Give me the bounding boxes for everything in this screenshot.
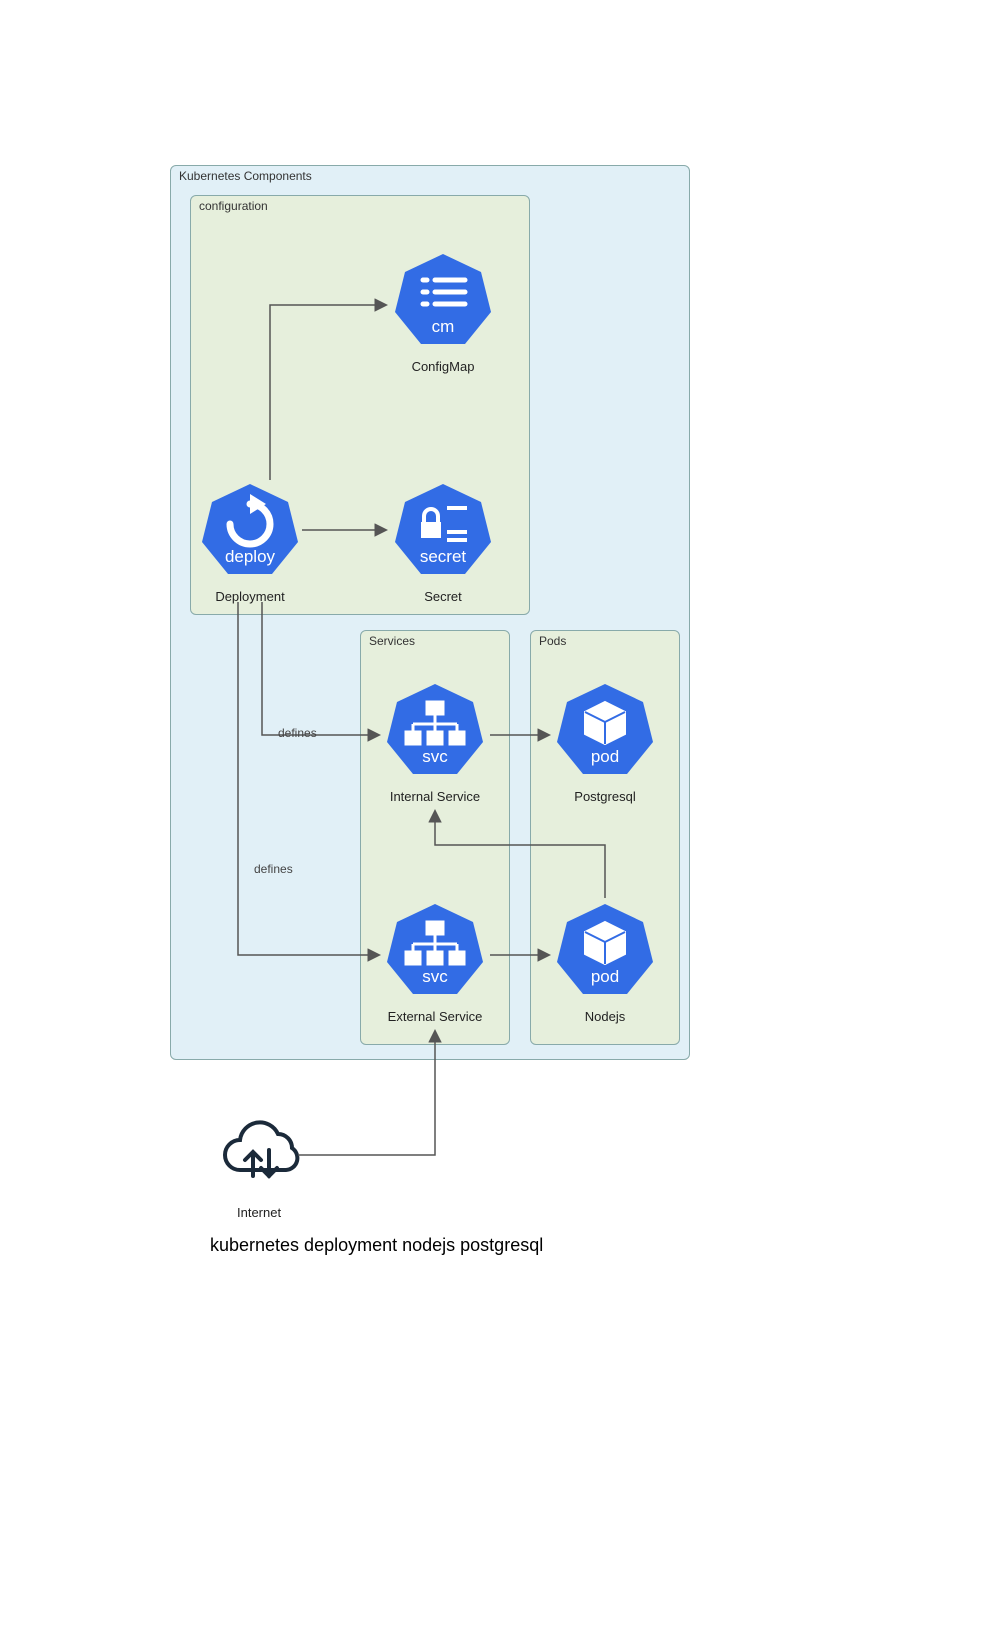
node-secret: secret Secret: [393, 480, 493, 604]
label-configuration: configuration: [199, 199, 268, 213]
svc-icon-external: svc: [385, 900, 485, 1000]
node-nodejs: pod Nodejs: [555, 900, 655, 1024]
label-nodejs: Nodejs: [555, 1009, 655, 1024]
secret-icon: secret: [393, 480, 493, 580]
node-external-service: svc External Service: [385, 900, 485, 1024]
node-deployment: deploy Deployment: [200, 480, 300, 604]
badge-cm: cm: [432, 317, 455, 336]
badge-pod-nodejs: pod: [591, 967, 619, 986]
pod-icon-postgresql: pod: [555, 680, 655, 780]
badge-svc-internal: svc: [422, 747, 448, 766]
node-internet: [210, 1120, 310, 1195]
label-internet: Internet: [237, 1205, 281, 1220]
label-k8s-components: Kubernetes Components: [179, 169, 312, 183]
cm-icon: cm: [393, 250, 493, 350]
badge-secret: secret: [420, 547, 467, 566]
label-pods: Pods: [539, 634, 566, 648]
label-internal-service: Internal Service: [385, 789, 485, 804]
pod-icon-nodejs: pod: [555, 900, 655, 1000]
edge-label-defines-1: defines: [278, 726, 317, 740]
badge-svc-external: svc: [422, 967, 448, 986]
badge-pod-postgresql: pod: [591, 747, 619, 766]
node-configmap: cm ConfigMap: [393, 250, 493, 374]
cloud-icon: [215, 1120, 305, 1190]
diagram-caption: kubernetes deployment nodejs postgresql: [210, 1235, 543, 1256]
label-external-service: External Service: [385, 1009, 485, 1024]
deploy-icon: deploy: [200, 480, 300, 580]
label-secret: Secret: [393, 589, 493, 604]
label-services: Services: [369, 634, 415, 648]
node-internal-service: svc Internal Service: [385, 680, 485, 804]
badge-deploy: deploy: [225, 547, 276, 566]
label-deployment: Deployment: [200, 589, 300, 604]
label-configmap: ConfigMap: [393, 359, 493, 374]
label-postgresql: Postgresql: [555, 789, 655, 804]
svc-icon: svc: [385, 680, 485, 780]
edge-label-defines-2: defines: [254, 862, 293, 876]
node-postgresql: pod Postgresql: [555, 680, 655, 804]
